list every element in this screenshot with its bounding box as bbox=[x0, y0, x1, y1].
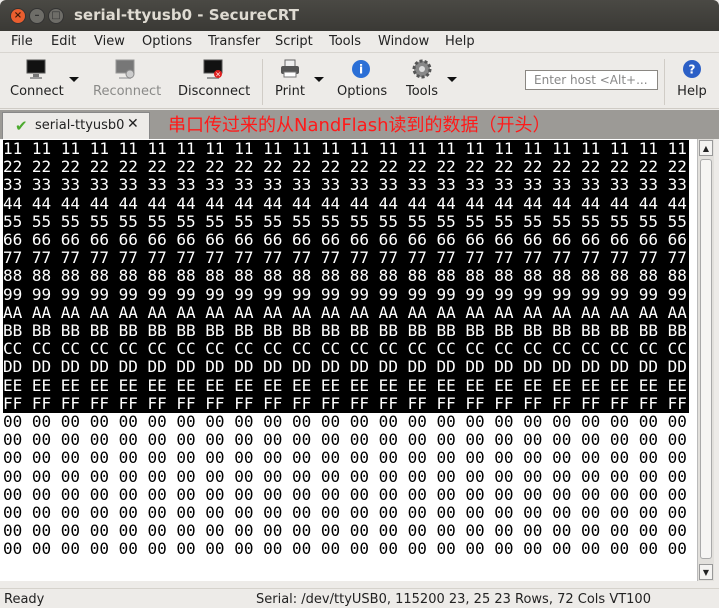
minimize-window-button[interactable]: – bbox=[29, 8, 45, 24]
print-button[interactable]: Print bbox=[274, 58, 306, 99]
title-bar: × – □ serial-ttyusb0 - SecureCRT bbox=[0, 0, 719, 31]
connect-button[interactable]: Connect bbox=[10, 58, 64, 99]
terminal-line: 00 00 00 00 00 00 00 00 00 00 00 00 00 0… bbox=[3, 539, 687, 559]
terminal-line: 22 22 22 22 22 22 22 22 22 22 22 22 22 2… bbox=[3, 158, 689, 177]
terminal-line: 00 00 00 00 00 00 00 00 00 00 00 00 00 0… bbox=[3, 484, 687, 504]
terminal-line: EE EE EE EE EE EE EE EE EE EE EE EE EE E… bbox=[3, 376, 689, 395]
close-tab-icon[interactable]: ✕ bbox=[127, 116, 139, 132]
terminal-line: 00 00 00 00 00 00 00 00 00 00 00 00 00 0… bbox=[3, 412, 687, 431]
scrollbar-thumb[interactable] bbox=[700, 159, 712, 559]
status-bar: Ready Serial: /dev/ttyUSB0, 115200 23, 2… bbox=[0, 588, 719, 608]
menu-view[interactable]: View bbox=[94, 34, 125, 49]
terminal-output[interactable]: 11 11 11 11 11 11 11 11 11 11 11 11 11 1… bbox=[0, 139, 697, 581]
toolbar-separator bbox=[664, 59, 665, 105]
terminal-line: 99 99 99 99 99 99 99 99 99 99 99 99 99 9… bbox=[3, 285, 689, 304]
annotation-text: 串口传过来的从NandFlash读到的数据（开头） bbox=[168, 115, 551, 136]
reconnect-icon bbox=[115, 59, 135, 79]
help-button[interactable]: ? Help bbox=[676, 58, 708, 99]
terminal-line: FF FF FF FF FF FF FF FF FF FF FF FF FF F… bbox=[3, 394, 689, 413]
print-dropdown-arrow[interactable] bbox=[314, 77, 324, 82]
monitor-icon bbox=[26, 59, 46, 79]
terminal-line: AA AA AA AA AA AA AA AA AA AA AA AA AA A… bbox=[3, 303, 689, 322]
gear-icon bbox=[412, 59, 432, 79]
terminal-line: 00 00 00 00 00 00 00 00 00 00 00 00 00 0… bbox=[3, 521, 687, 541]
tab-serial-ttyusb0[interactable]: ✔ serial-ttyusb0 ✕ bbox=[2, 112, 150, 139]
window-title: serial-ttyusb0 - SecureCRT bbox=[74, 6, 299, 24]
terminal-line: 00 00 00 00 00 00 00 00 00 00 00 00 00 0… bbox=[3, 430, 687, 450]
terminal-line: 66 66 66 66 66 66 66 66 66 66 66 66 66 6… bbox=[3, 230, 689, 250]
status-ready: Ready bbox=[4, 592, 45, 607]
menu-window[interactable]: Window bbox=[378, 34, 429, 49]
menu-script[interactable]: Script bbox=[275, 34, 313, 49]
options-button[interactable]: i Options bbox=[337, 58, 387, 99]
menu-options[interactable]: Options bbox=[142, 34, 192, 49]
tools-button[interactable]: Tools bbox=[405, 58, 439, 99]
svg-text:i: i bbox=[359, 63, 363, 77]
svg-text:?: ? bbox=[689, 63, 696, 77]
scroll-up-icon[interactable]: ▲ bbox=[699, 140, 713, 156]
printer-icon bbox=[281, 59, 299, 78]
terminal-line: 44 44 44 44 44 44 44 44 44 44 44 44 44 4… bbox=[3, 194, 689, 213]
info-icon: i bbox=[352, 60, 370, 78]
vertical-scrollbar[interactable]: ▲ ▼ bbox=[697, 139, 714, 581]
terminal-line: CC CC CC CC CC CC CC CC CC CC CC CC CC C… bbox=[3, 340, 689, 359]
terminal-line: 55 55 55 55 55 55 55 55 55 55 55 55 55 5… bbox=[3, 212, 689, 231]
menu-help[interactable]: Help bbox=[445, 34, 475, 49]
maximize-window-button[interactable]: □ bbox=[48, 8, 64, 24]
status-connection-info: Serial: /dev/ttyUSB0, 115200 23, 25 23 R… bbox=[256, 592, 651, 607]
terminal-line: 33 33 33 33 33 33 33 33 33 33 33 33 33 3… bbox=[3, 176, 689, 195]
disconnect-icon: × bbox=[203, 59, 223, 79]
menu-edit[interactable]: Edit bbox=[51, 34, 76, 49]
reconnect-button[interactable]: Reconnect bbox=[93, 58, 161, 99]
terminal-line: 00 00 00 00 00 00 00 00 00 00 00 00 00 0… bbox=[3, 466, 687, 486]
terminal-line: BB BB BB BB BB BB BB BB BB BB BB BB BB B… bbox=[3, 321, 689, 341]
svg-text:×: × bbox=[215, 71, 221, 79]
terminal-line: 77 77 77 77 77 77 77 77 77 77 77 77 77 7… bbox=[3, 249, 689, 268]
terminal-line: DD DD DD DD DD DD DD DD DD DD DD DD DD D… bbox=[3, 358, 689, 377]
menu-tools[interactable]: Tools bbox=[329, 34, 361, 49]
toolbar: Connect Reconnect × Disconnect Print i O… bbox=[0, 53, 719, 109]
terminal-line: 00 00 00 00 00 00 00 00 00 00 00 00 00 0… bbox=[3, 448, 687, 468]
scroll-down-icon[interactable]: ▼ bbox=[699, 564, 713, 580]
terminal-line: 11 11 11 11 11 11 11 11 11 11 11 11 11 1… bbox=[3, 139, 689, 159]
disconnect-button[interactable]: × Disconnect bbox=[178, 58, 250, 99]
tools-dropdown-arrow[interactable] bbox=[447, 77, 457, 82]
toolbar-separator bbox=[262, 59, 263, 105]
help-icon: ? bbox=[683, 60, 701, 78]
menu-file[interactable]: File bbox=[11, 34, 33, 49]
host-input[interactable]: Enter host <Alt+... bbox=[525, 70, 658, 90]
terminal-line: 00 00 00 00 00 00 00 00 00 00 00 00 00 0… bbox=[3, 503, 687, 522]
connect-dropdown-arrow[interactable] bbox=[69, 77, 79, 82]
terminal-line: 88 88 88 88 88 88 88 88 88 88 88 88 88 8… bbox=[3, 267, 689, 286]
connected-check-icon: ✔ bbox=[15, 117, 28, 135]
menu-bar: File Edit View Options Transfer Script T… bbox=[0, 31, 719, 53]
close-window-button[interactable]: × bbox=[10, 8, 26, 24]
menu-transfer[interactable]: Transfer bbox=[208, 34, 260, 49]
